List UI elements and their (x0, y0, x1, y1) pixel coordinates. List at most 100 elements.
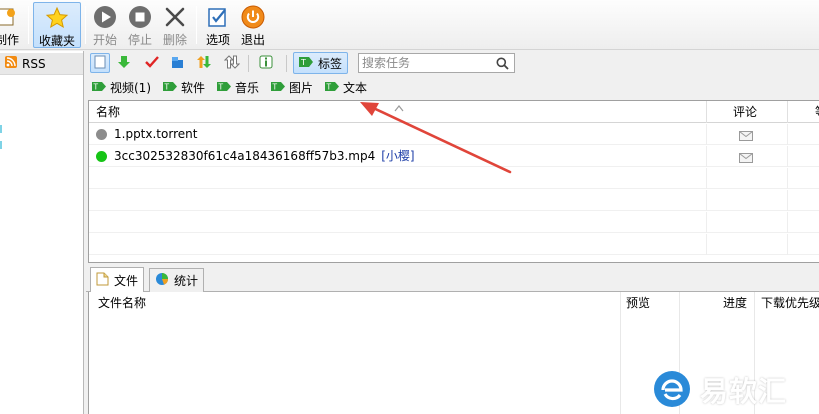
make-label: 制作 (0, 33, 19, 47)
seeding-filter-button[interactable] (168, 53, 188, 73)
tab-files[interactable]: 文件 (90, 267, 145, 292)
column-header-comment[interactable]: 评论 (733, 101, 757, 123)
column-header-name[interactable]: 名称 (96, 101, 120, 123)
make-button[interactable]: 制作 (0, 2, 24, 48)
tag-pictures[interactable]: T 图片 (270, 79, 313, 96)
rss-feed-button[interactable] (256, 53, 276, 73)
column-divider[interactable] (706, 101, 707, 123)
task-name: 1.pptx.torrent (114, 127, 198, 141)
rss-label: RSS (22, 56, 46, 71)
tree-accent-mark (0, 125, 2, 133)
delete-label: 删除 (162, 33, 187, 47)
column-header-priority[interactable]: 下载优先级 (761, 292, 819, 314)
tab-statistics[interactable]: 统计 (149, 268, 205, 292)
task-name-cell: 1.pptx.torrent (114, 124, 197, 145)
search-icon[interactable] (496, 57, 509, 70)
tag-label: 软件 (181, 81, 206, 95)
completed-filter-button[interactable] (142, 53, 162, 73)
start-button[interactable]: 开始 (90, 2, 120, 48)
options-label: 选项 (205, 33, 230, 47)
cell-divider (706, 190, 707, 211)
toolbar-separator (248, 55, 249, 72)
search-input[interactable] (359, 54, 494, 72)
delete-button[interactable]: 删除 (160, 2, 190, 48)
cell-divider (706, 146, 707, 167)
sidebar-item-rss[interactable]: RSS (0, 53, 83, 75)
all-tasks-button[interactable] (90, 53, 110, 73)
empty-row (89, 234, 819, 255)
column-header-extra[interactable]: 等 (815, 101, 819, 123)
info-icon (259, 55, 273, 72)
delete-x-icon (163, 5, 187, 29)
tag-label: 音乐 (235, 81, 260, 95)
task-toolbar: T 标签 (86, 51, 819, 76)
up-down-arrows-icon (196, 55, 212, 72)
column-divider[interactable] (787, 101, 788, 123)
cell-divider (787, 212, 788, 233)
tag-video[interactable]: T 视频(1) (91, 79, 151, 96)
tag-icon: T (324, 81, 340, 95)
tag-icon: T (216, 81, 232, 95)
empty-row (89, 190, 819, 211)
empty-row (89, 212, 819, 233)
toolbar-separator (196, 6, 197, 44)
arrow-down-icon (117, 55, 131, 72)
watermark-text: 易软汇 (700, 375, 788, 408)
column-header-preview[interactable]: 预览 (626, 292, 650, 314)
options-button[interactable]: 选项 (203, 2, 233, 48)
tag-music[interactable]: T 音乐 (216, 79, 259, 96)
status-dot-icon (96, 129, 107, 140)
column-divider[interactable] (620, 292, 621, 414)
cell-divider (706, 124, 707, 145)
tree-accent-mark (0, 141, 2, 149)
options-icon (206, 5, 230, 29)
task-name: 3cc302532830f61c4a18436168ff57b3.mp4 (114, 149, 376, 163)
power-icon (241, 5, 265, 29)
tag-bar: T 视频(1) T 软件 T 音乐 T 图片 T 文本 (86, 77, 819, 98)
annotation-arrow (360, 102, 512, 174)
svg-text:T: T (272, 82, 278, 91)
favorites-button[interactable]: 收藏夹 (33, 2, 81, 48)
tag-filter-button[interactable]: T 标签 (293, 52, 348, 74)
page-icon (93, 55, 107, 72)
tab-statistics-label: 统计 (174, 274, 199, 288)
watermark-logo-icon (652, 369, 692, 412)
svg-text:T: T (164, 82, 170, 91)
inactive-filter-button[interactable] (222, 53, 242, 73)
status-dot-icon (96, 151, 107, 162)
cell-divider (787, 234, 788, 255)
blue-box-icon (171, 55, 185, 72)
column-header-progress[interactable]: 进度 (723, 292, 747, 314)
envelope-icon[interactable] (739, 152, 753, 166)
cell-divider (787, 190, 788, 211)
tag-software[interactable]: T 软件 (162, 79, 205, 96)
tag-text[interactable]: T 文本 (324, 79, 367, 96)
rss-icon (5, 56, 17, 71)
document-icon (96, 272, 109, 289)
cell-divider (706, 212, 707, 233)
tag-icon: T (298, 56, 314, 71)
tab-files-label: 文件 (114, 273, 139, 288)
toolbar-separator (85, 6, 86, 44)
exit-button[interactable]: 退出 (238, 2, 268, 48)
search-box (358, 53, 515, 73)
svg-text:T: T (326, 82, 332, 91)
downloading-filter-button[interactable] (114, 53, 134, 73)
exit-label: 退出 (240, 33, 265, 47)
up-down-outline-icon (223, 54, 241, 72)
play-icon (93, 5, 117, 29)
svg-text:T: T (300, 58, 306, 67)
tag-icon: T (91, 81, 107, 95)
stop-icon (128, 5, 152, 29)
tag-label: 图片 (289, 81, 314, 95)
start-label: 开始 (92, 33, 117, 47)
stop-button[interactable]: 停止 (125, 2, 155, 48)
active-filter-button[interactable] (194, 53, 214, 73)
column-header-file-name[interactable]: 文件名称 (98, 292, 146, 314)
toolbar-separator (286, 55, 287, 72)
chart-icon (155, 272, 169, 289)
cell-divider (787, 124, 788, 145)
star-icon (45, 6, 69, 30)
cell-divider (706, 168, 707, 189)
envelope-icon[interactable] (739, 130, 753, 144)
